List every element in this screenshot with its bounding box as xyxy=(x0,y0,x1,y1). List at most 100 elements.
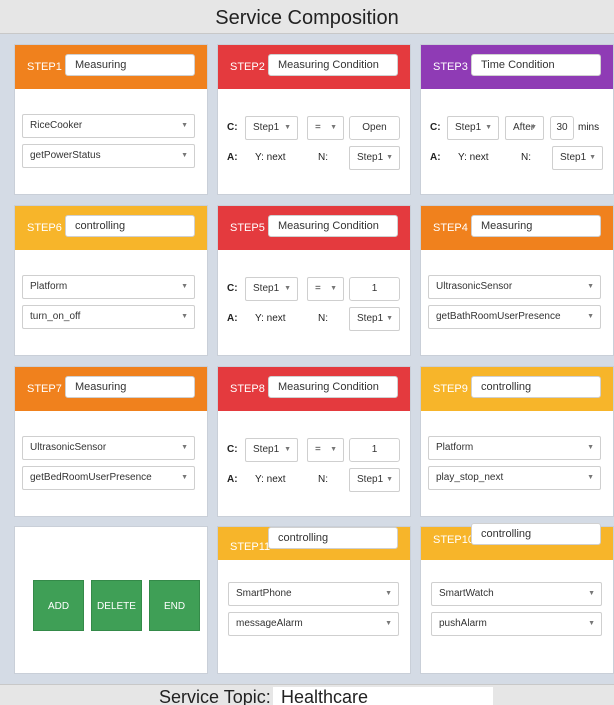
step-number: STEP9 xyxy=(433,383,468,395)
condition-step-select[interactable]: Step1 ▼ xyxy=(245,277,298,301)
no-step-select[interactable]: Step1 ▼ xyxy=(349,468,400,492)
step-card-4: STEP4 Measuring UltrasonicSensor ▼ getBat… xyxy=(420,205,614,356)
step-number: STEP4 xyxy=(433,222,468,234)
step-name-input[interactable]: Time Condition xyxy=(471,54,601,76)
condition-value-input[interactable]: 1 xyxy=(349,438,400,462)
time-operator-select[interactable]: After ▼ xyxy=(505,116,544,140)
step-header: STEP7 Measuring xyxy=(15,367,207,411)
service-topic-input[interactable]: Healthcare xyxy=(273,687,493,705)
operator-value: = xyxy=(315,122,321,133)
operator-select[interactable]: = ▼ xyxy=(307,116,344,140)
chevron-down-icon: ▼ xyxy=(587,444,594,451)
device-select[interactable]: SmartPhone ▼ xyxy=(228,582,399,606)
method-select[interactable]: pushAlarm ▼ xyxy=(431,612,602,636)
add-button[interactable]: ADD xyxy=(33,580,84,631)
step-card-5: STEP5 Measuring Condition C: Step1 ▼ = ▼ 1… xyxy=(217,205,411,356)
step-card-6: STEP6 controlling Platform ▼ turn_on_off ▼ xyxy=(14,205,208,356)
step-header: STEP6 controlling xyxy=(15,206,207,250)
step-card-10: STEP10 controlling SmartWatch ▼ pushAlarm… xyxy=(420,523,614,674)
method-select[interactable]: messageAlarm ▼ xyxy=(228,612,399,636)
method-select-value: play_stop_next xyxy=(436,472,504,483)
step-header: STEP3 Time Condition xyxy=(421,45,613,89)
chevron-down-icon: ▼ xyxy=(385,590,392,597)
device-select[interactable]: RiceCooker ▼ xyxy=(22,114,195,138)
step-card-1: STEP1 Measuring RiceCooker ▼ getPowerStat… xyxy=(14,44,208,195)
operator-select[interactable]: = ▼ xyxy=(307,277,344,301)
no-step-value: Step1 xyxy=(357,474,384,485)
delete-button[interactable]: DELETE xyxy=(91,580,142,631)
device-select-value: Platform xyxy=(436,442,474,453)
chevron-down-icon: ▼ xyxy=(587,474,594,481)
time-value-input[interactable]: 30 xyxy=(550,116,574,140)
step-number: STEP8 xyxy=(230,383,265,395)
end-button[interactable]: END xyxy=(149,580,200,631)
no-step-select[interactable]: Step1 ▼ xyxy=(349,307,400,331)
step-card-7: STEP7 Measuring UltrasonicSensor ▼ getBed… xyxy=(14,366,208,517)
step-name-input[interactable]: controlling xyxy=(471,376,601,398)
no-step-select[interactable]: Step1 ▼ xyxy=(349,146,400,170)
method-select[interactable]: getBedRoomUserPresence ▼ xyxy=(22,466,195,490)
chevron-down-icon: ▼ xyxy=(588,620,595,627)
page-title: Service Composition xyxy=(0,0,614,34)
step-card-8: STEP8 Measuring Condition C: Step1 ▼ = ▼ 1… xyxy=(217,366,411,517)
device-select-value: Platform xyxy=(30,281,68,292)
device-select-value: SmartWatch xyxy=(439,588,494,599)
operator-value: = xyxy=(315,444,321,455)
step-number: STEP6 xyxy=(27,222,62,234)
method-select[interactable]: play_stop_next ▼ xyxy=(428,466,601,490)
device-select[interactable]: UltrasonicSensor ▼ xyxy=(22,436,195,460)
step-number: STEP5 xyxy=(230,222,265,234)
action-label: A: xyxy=(430,152,441,163)
chevron-down-icon: ▼ xyxy=(386,476,393,483)
step-name-input[interactable]: controlling xyxy=(268,527,398,549)
step-name-input[interactable]: Measuring xyxy=(65,376,195,398)
method-select[interactable]: getBathRoomUserPresence ▼ xyxy=(428,305,601,329)
condition-step-select[interactable]: Step1 ▼ xyxy=(245,116,298,140)
operator-value: = xyxy=(315,283,321,294)
step-name-input[interactable]: Measuring Condition xyxy=(268,54,398,76)
method-select[interactable]: turn_on_off ▼ xyxy=(22,305,195,329)
step-number: STEP1 xyxy=(27,61,62,73)
no-step-select[interactable]: Step1 ▼ xyxy=(552,146,603,170)
condition-value-input[interactable]: Open xyxy=(349,116,400,140)
action-button-panel: ADD DELETE END xyxy=(14,526,208,674)
condition-step-select[interactable]: Step1 ▼ xyxy=(245,438,298,462)
condition-label: C: xyxy=(227,283,238,294)
step-name-input[interactable]: Measuring xyxy=(471,215,601,237)
device-select[interactable]: Platform ▼ xyxy=(428,436,601,460)
method-select-value: messageAlarm xyxy=(236,618,303,629)
yes-action-text: Y: next xyxy=(255,474,286,485)
step-name-input[interactable]: Measuring Condition xyxy=(268,376,398,398)
step-number: STEP7 xyxy=(27,383,62,395)
no-action-label: N: xyxy=(318,474,328,485)
service-topic-bar: Service Topic: Healthcare xyxy=(0,684,614,705)
chevron-down-icon: ▼ xyxy=(181,313,188,320)
chevron-down-icon: ▼ xyxy=(530,124,537,131)
action-label: A: xyxy=(227,313,238,324)
device-select[interactable]: UltrasonicSensor ▼ xyxy=(428,275,601,299)
chevron-down-icon: ▼ xyxy=(330,124,337,131)
chevron-down-icon: ▼ xyxy=(284,285,291,292)
step-number: STEP11 xyxy=(230,541,271,553)
device-select[interactable]: SmartWatch ▼ xyxy=(431,582,602,606)
chevron-down-icon: ▼ xyxy=(589,154,596,161)
method-select-value: getPowerStatus xyxy=(30,150,101,161)
step-name-input[interactable]: Measuring Condition xyxy=(268,215,398,237)
method-select-value: getBathRoomUserPresence xyxy=(436,311,561,322)
operator-select[interactable]: = ▼ xyxy=(307,438,344,462)
device-select[interactable]: Platform ▼ xyxy=(22,275,195,299)
step-number: STEP10 xyxy=(433,534,474,546)
action-label: A: xyxy=(227,474,238,485)
device-select-value: SmartPhone xyxy=(236,588,292,599)
method-select[interactable]: getPowerStatus ▼ xyxy=(22,144,195,168)
chevron-down-icon: ▼ xyxy=(330,285,337,292)
chevron-down-icon: ▼ xyxy=(181,283,188,290)
device-select-value: UltrasonicSensor xyxy=(436,281,513,292)
step-name-input[interactable]: Measuring xyxy=(65,54,195,76)
step-card-11: STEP11 controlling SmartPhone ▼ messageAl… xyxy=(217,526,411,674)
condition-label: C: xyxy=(430,122,441,133)
step-name-input[interactable]: controlling xyxy=(471,523,601,545)
step-name-input[interactable]: controlling xyxy=(65,215,195,237)
condition-step-select[interactable]: Step1 ▼ xyxy=(447,116,499,140)
condition-value-input[interactable]: 1 xyxy=(349,277,400,301)
